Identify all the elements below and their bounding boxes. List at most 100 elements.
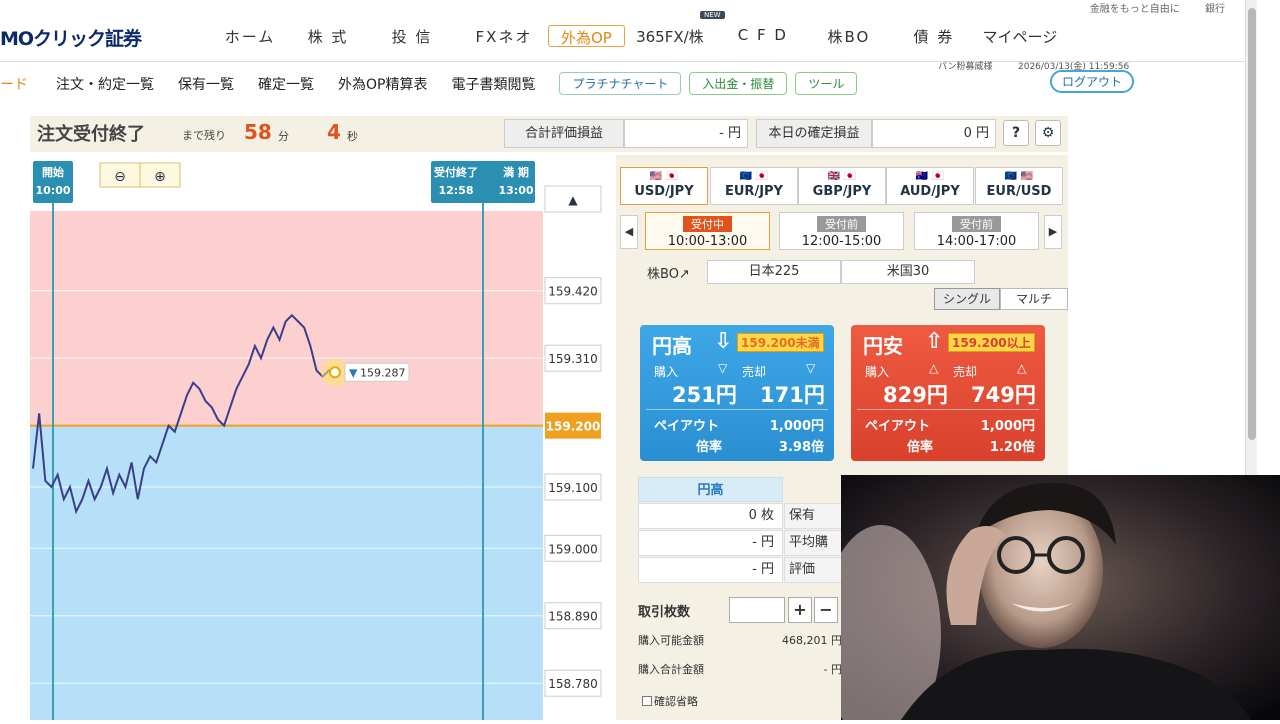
- start-label: 開始: [42, 165, 64, 179]
- seconds-unit: 秒: [347, 130, 358, 143]
- tools-button[interactable]: ツール: [795, 72, 858, 95]
- subnav-statement[interactable]: 外為OP精算表: [338, 74, 427, 94]
- tab-eurusd[interactable]: 🇪🇺 🇺🇸 EUR/USD: [975, 167, 1063, 205]
- lot-minus-button[interactable]: −: [814, 597, 838, 623]
- stock-bo-nikkei[interactable]: 日本225: [707, 260, 841, 284]
- strike-price-label: 159.200: [546, 420, 601, 434]
- stock-bo-label[interactable]: 株BO↗: [647, 263, 690, 282]
- buy-price[interactable]: 829円: [883, 379, 948, 409]
- nav-fx-option[interactable]: 外為OP: [548, 25, 625, 47]
- gear-icon[interactable]: ⚙: [1035, 120, 1061, 146]
- subnav-holdings[interactable]: 保有一覧: [178, 74, 234, 94]
- expire-time: 13:00: [498, 184, 533, 197]
- position-header: 円高: [638, 477, 783, 502]
- subnav-documents[interactable]: 電子書類閲覧: [451, 74, 535, 94]
- card-divider: [857, 409, 1039, 410]
- mode-multi[interactable]: マルチ: [1000, 288, 1068, 310]
- nav-365fx[interactable]: 365FX/株: [625, 22, 715, 51]
- nav-stock-bo[interactable]: 株BO: [813, 22, 885, 51]
- nav-bonds[interactable]: 債 券: [899, 22, 969, 51]
- lot-plus-button[interactable]: +: [788, 597, 812, 623]
- nav-fxneo[interactable]: FXネオ: [472, 22, 536, 51]
- tab-gbpjpy[interactable]: 🇬🇧 🇯🇵 GBP/JPY: [798, 167, 886, 205]
- ratio-row: 倍率 1.20倍: [865, 436, 1035, 455]
- nav-home[interactable]: ホーム: [200, 22, 300, 51]
- tab-eurjpy[interactable]: 🇪🇺 🇯🇵 EUR/JPY: [710, 167, 798, 205]
- above-strike-zone: [30, 211, 543, 426]
- tab-audjpy[interactable]: 🇦🇺 🇯🇵 AUD/JPY: [886, 167, 974, 205]
- triangle-down-icon: ▼: [349, 366, 358, 379]
- slot-1200-1500[interactable]: 受付前 12:00-15:00: [779, 212, 904, 250]
- triangle-up-icon: △: [929, 361, 939, 375]
- site-logo[interactable]: MOクリック証券: [0, 24, 142, 51]
- webcam-person-image: [841, 475, 1280, 720]
- logout-button[interactable]: ログアウト: [1050, 70, 1135, 93]
- nav-stocks[interactable]: 株 式: [300, 22, 356, 51]
- triangle-up-icon: △: [1017, 361, 1027, 375]
- confirm-skip[interactable]: 確認省略: [642, 693, 698, 709]
- subnav-trade[interactable]: ード: [0, 74, 28, 94]
- nav-mypage[interactable]: マイページ: [975, 22, 1065, 51]
- page-scrollbar[interactable]: [1245, 0, 1257, 475]
- total-value: - 円: [823, 663, 842, 676]
- top-strip-bank[interactable]: 銀行: [1205, 4, 1225, 15]
- slot-prev-button[interactable]: ◀: [620, 215, 638, 249]
- help-icon[interactable]: ?: [1003, 120, 1029, 146]
- y-tick-label: 159.100: [548, 481, 598, 495]
- panel-header: 注文受付終了 まで残り 58 分 4 秒 合計評価損益 - 円 本日の確定損益 …: [30, 116, 1068, 152]
- lot-label: 取引枚数: [638, 605, 691, 620]
- deposit-button[interactable]: 入出金・振替: [689, 72, 788, 95]
- buy-label: 購入: [865, 365, 890, 379]
- yen-high-card[interactable]: 円高 ⇩ 159.200未満 購入 ▽ 売却 ▽ 251円 171円 ペイアウト…: [640, 325, 834, 461]
- yen-low-card[interactable]: 円安 ⇧ 159.200以上 購入 △ 売却 △ 829円 749円 ペイアウト…: [851, 325, 1045, 461]
- tab-usdjpy[interactable]: 🇺🇸 🇯🇵 USD/JPY: [620, 167, 708, 205]
- triangle-down-icon: ▽: [806, 361, 816, 375]
- arrow-down-icon: ⇩: [714, 329, 733, 354]
- expire-label: 満 期: [503, 165, 529, 179]
- payout-value: 1,000円: [980, 419, 1035, 434]
- slot-time: 14:00-17:00: [936, 234, 1017, 249]
- ratio-value: 1.20倍: [989, 440, 1035, 455]
- buy-price[interactable]: 251円: [672, 379, 737, 409]
- subnav-settled[interactable]: 確定一覧: [258, 74, 314, 94]
- today-pl-label: 本日の確定損益: [756, 119, 872, 148]
- ratio-row: 倍率 3.98倍: [654, 436, 824, 455]
- slot-status: 受付前: [952, 216, 1001, 232]
- nav-cfd[interactable]: C F D: [721, 22, 805, 51]
- sell-price[interactable]: 749円: [971, 379, 1036, 409]
- y-tick-label: 159.420: [548, 285, 598, 299]
- triangle-down-icon: ▽: [718, 361, 728, 375]
- position-eval: - 円: [638, 557, 783, 583]
- platinum-chart-button[interactable]: プラチナチャート: [559, 72, 682, 95]
- sell-price[interactable]: 171円: [760, 379, 825, 409]
- tab-usdjpy-label: USD/JPY: [634, 184, 694, 199]
- mode-single[interactable]: シングル: [934, 288, 1000, 310]
- price-chart: 159.420 159.310 159.100 159.000 158.890 158.7…: [30, 155, 605, 720]
- stock-bo-us30[interactable]: 米国30: [841, 260, 975, 284]
- buyable-value: 468,201 円: [782, 634, 842, 647]
- slot-1400-1700[interactable]: 受付前 14:00-17:00: [914, 212, 1039, 250]
- start-time: 10:00: [35, 184, 70, 197]
- subnav-orders[interactable]: 注文・約定一覧: [56, 74, 154, 94]
- lot-input[interactable]: [729, 597, 785, 623]
- confirm-skip-checkbox[interactable]: [642, 696, 652, 706]
- zoom-in-icon: ⊕: [154, 169, 166, 185]
- slot-next-button[interactable]: ▶: [1044, 215, 1062, 249]
- slot-time: 12:00-15:00: [801, 234, 882, 249]
- strike-condition: 159.200未満: [737, 333, 824, 352]
- payout-row: ペイアウト 1,000円: [654, 415, 824, 434]
- top-header: 金融をもっと自由に 銀行 MOクリック証券 NEW ホーム 株 式 投 信 FX…: [0, 0, 1245, 62]
- sell-label: 売却: [742, 365, 767, 379]
- top-strip: 金融をもっと自由に 銀行: [1068, 0, 1225, 15]
- buyable-label: 購入可能金額: [638, 634, 704, 647]
- remaining-label: まで残り: [182, 129, 226, 142]
- slot-1000-1300[interactable]: 受付中 10:00-13:00: [645, 212, 770, 250]
- top-strip-tagline[interactable]: 金融をもっと自由に: [1090, 4, 1180, 15]
- card-divider: [646, 409, 828, 410]
- scrollbar-thumb[interactable]: [1248, 8, 1256, 440]
- nav-funds[interactable]: 投 信: [366, 22, 458, 51]
- webcam-overlay: [841, 475, 1280, 720]
- current-price-point: [329, 366, 341, 379]
- ratio-label: 倍率: [907, 440, 934, 455]
- position-label: 評価: [784, 557, 844, 583]
